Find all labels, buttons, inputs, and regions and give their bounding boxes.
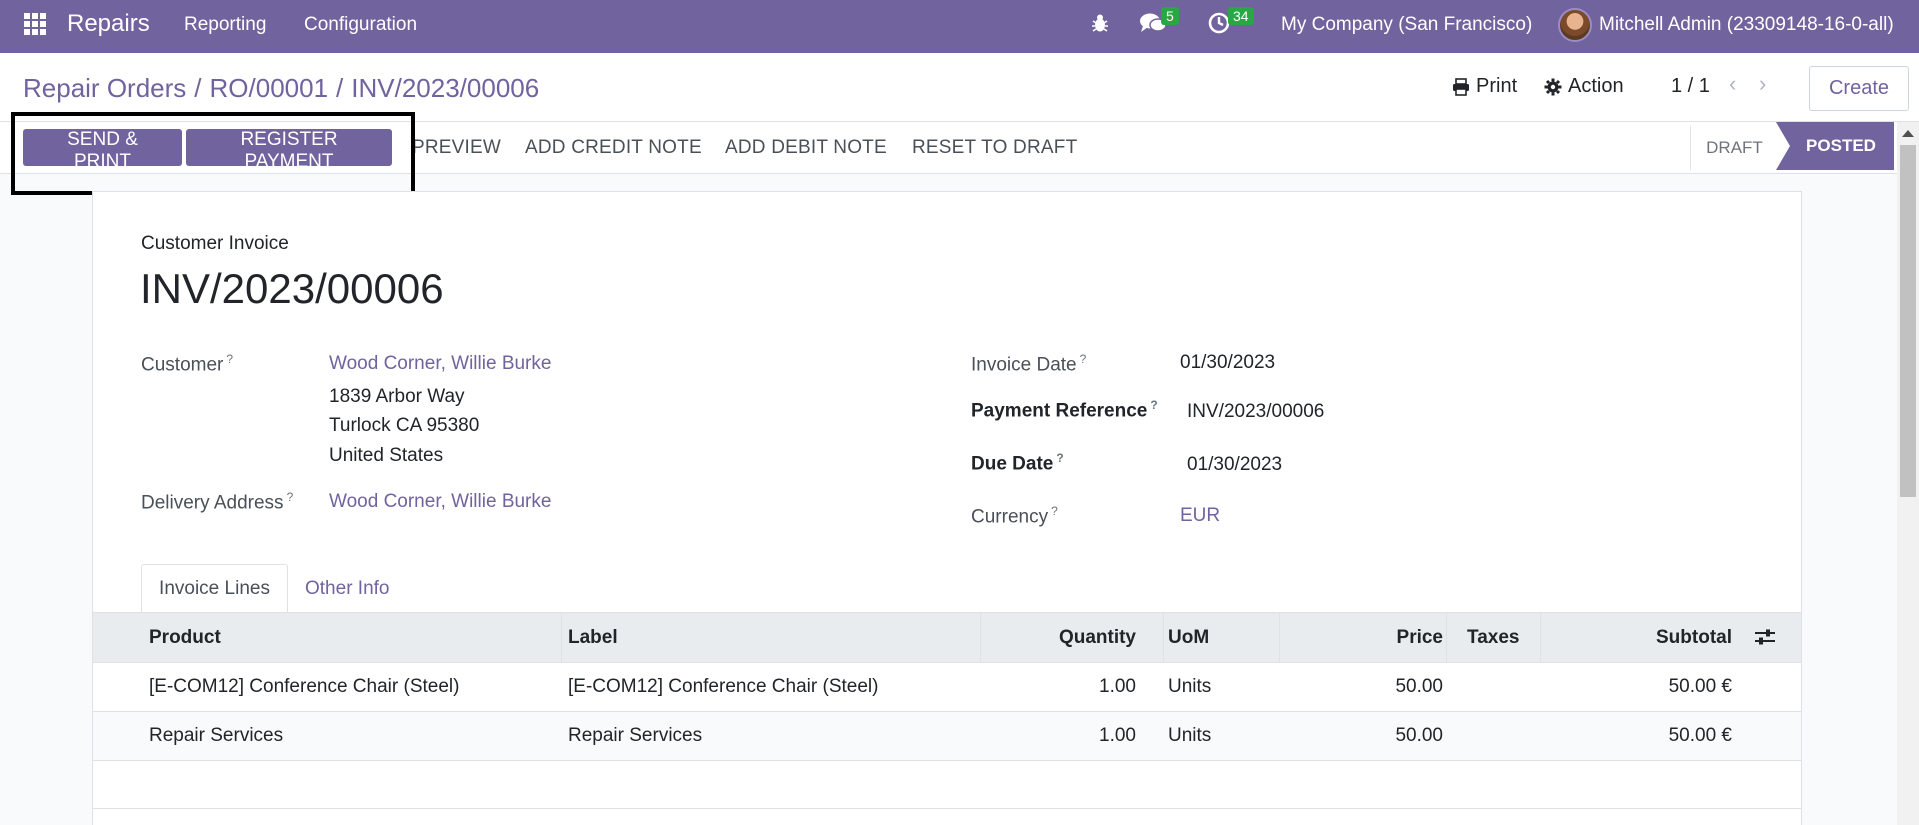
currency-label: Currency?: [971, 504, 1058, 528]
tab-invoice-lines[interactable]: Invoice Lines: [141, 564, 288, 613]
customer-name-link[interactable]: Wood Corner, Willie Burke: [329, 353, 551, 375]
reset-to-draft-button[interactable]: RESET TO DRAFT: [912, 137, 1077, 159]
row-uom: Units: [1168, 725, 1212, 746]
table-row[interactable]: [E-COM12] Conference Chair (Steel) [E-CO…: [93, 663, 1801, 712]
apps-grid-icon[interactable]: [24, 13, 46, 35]
menu-reporting[interactable]: Reporting: [184, 14, 266, 36]
row-price: 50.00: [1395, 676, 1443, 697]
help-tooltip-icon[interactable]: ?: [287, 490, 294, 504]
menu-configuration[interactable]: Configuration: [304, 14, 417, 36]
help-tooltip-icon[interactable]: ?: [1080, 352, 1087, 366]
row-product: [E-COM12] Conference Chair (Steel): [149, 676, 460, 697]
help-tooltip-icon[interactable]: ?: [1056, 451, 1063, 465]
top-navbar: Repairs Reporting Configuration 5 34 My …: [0, 0, 1919, 53]
breadcrumb-separator: /: [194, 73, 202, 103]
row-quantity: 1.00: [1099, 725, 1136, 746]
table-row[interactable]: Repair Services Repair Services 1.00 Uni…: [93, 712, 1801, 761]
column-divider: [561, 613, 562, 663]
column-header-taxes[interactable]: Taxes: [1467, 627, 1519, 649]
print-menu[interactable]: Print: [1452, 75, 1517, 98]
delivery-address-link[interactable]: Wood Corner, Willie Burke: [329, 491, 551, 513]
breadcrumb: Repair Orders / RO/00001/INV/2023/00006: [23, 73, 539, 104]
invoice-date-label: Invoice Date?: [971, 352, 1087, 376]
stage-posted[interactable]: POSTED: [1776, 122, 1894, 170]
send-print-button[interactable]: SEND & PRINT: [23, 129, 182, 172]
print-icon: [1453, 77, 1469, 96]
currency-link[interactable]: EUR: [1180, 505, 1220, 527]
chevron-right-icon[interactable]: ›: [1759, 71, 1766, 97]
invoice-lines-header: Product Label Quantity UoM Price Taxes S…: [93, 612, 1801, 663]
row-subtotal: 50.00 €: [1668, 725, 1732, 746]
scrollbar-thumb[interactable]: [1900, 145, 1916, 497]
column-header-label[interactable]: Label: [568, 627, 618, 649]
stage-draft[interactable]: DRAFT: [1690, 126, 1778, 170]
scroll-up-arrow-icon[interactable]: [1902, 130, 1914, 137]
control-panel: Repair Orders / RO/00001/INV/2023/00006 Pr…: [0, 53, 1919, 122]
activity-clock-icon[interactable]: 34: [1208, 7, 1254, 40]
help-tooltip-icon[interactable]: ?: [226, 352, 233, 366]
invoice-number-title: INV/2023/00006: [140, 265, 444, 312]
row-label: [E-COM12] Conference Chair (Steel): [568, 676, 879, 697]
print-label: Print: [1476, 75, 1518, 97]
company-switcher[interactable]: My Company (San Francisco): [1281, 14, 1532, 36]
row-uom: Units: [1168, 676, 1212, 697]
customer-address-line: 1839 Arbor Way: [329, 386, 465, 407]
row-product: Repair Services: [149, 725, 284, 746]
delivery-address-label: Delivery Address?: [141, 490, 294, 514]
column-header-quantity[interactable]: Quantity: [980, 627, 1136, 649]
customer-label: Customer?: [141, 352, 234, 376]
customer-address-line: United States: [329, 445, 444, 466]
column-divider: [1446, 613, 1447, 663]
breadcrumb-current: INV/2023/00006: [351, 73, 540, 103]
avatar[interactable]: [1558, 8, 1592, 42]
table-row-empty: [93, 761, 1801, 809]
tab-other-info[interactable]: Other Info: [305, 578, 390, 600]
due-date-label: Due Date?: [971, 451, 1064, 475]
add-debit-note-button[interactable]: ADD DEBIT NOTE: [725, 137, 887, 159]
column-divider: [1163, 613, 1164, 663]
preview-button[interactable]: PREVIEW: [412, 137, 501, 159]
help-tooltip-icon[interactable]: ?: [1051, 504, 1058, 518]
chevron-left-icon[interactable]: ‹: [1729, 71, 1736, 97]
column-header-product[interactable]: Product: [149, 627, 221, 649]
chat-icon[interactable]: 5: [1139, 7, 1179, 40]
optional-columns-icon[interactable]: [1754, 628, 1776, 651]
breadcrumb-repair-order[interactable]: RO/00001: [210, 73, 329, 103]
pager-value[interactable]: 1 / 1: [1671, 75, 1710, 98]
add-credit-note-button[interactable]: ADD CREDIT NOTE: [525, 137, 702, 159]
row-label: Repair Services: [568, 725, 703, 746]
statusbar: SEND & PRINT REGISTER PAYMENT PREVIEW AD…: [0, 122, 1897, 174]
due-date-value[interactable]: 01/30/2023: [1187, 454, 1282, 476]
activities-count-badge: 34: [1228, 7, 1254, 25]
document-type: Customer Invoice: [141, 233, 289, 254]
column-header-uom[interactable]: UoM: [1168, 627, 1209, 649]
create-button[interactable]: Create: [1809, 66, 1909, 111]
action-label: Action: [1568, 75, 1624, 97]
row-subtotal: 50.00 €: [1668, 676, 1732, 697]
customer-address-line: Turlock CA 95380: [329, 415, 480, 436]
row-quantity: 1.00: [1099, 676, 1136, 697]
breadcrumb-separator: /: [336, 73, 344, 103]
app-name[interactable]: Repairs: [67, 10, 150, 38]
register-payment-button[interactable]: REGISTER PAYMENT: [186, 129, 392, 172]
row-price: 50.00: [1395, 725, 1443, 746]
column-header-subtotal[interactable]: Subtotal: [1540, 627, 1732, 649]
payment-reference-label: Payment Reference?: [971, 398, 1158, 422]
help-tooltip-icon[interactable]: ?: [1150, 398, 1157, 412]
breadcrumb-repair-orders[interactable]: Repair Orders: [23, 73, 186, 103]
gear-icon: [1544, 78, 1562, 95]
user-menu[interactable]: Mitchell Admin (23309148-16-0-all): [1599, 14, 1894, 36]
payment-reference-value[interactable]: INV/2023/00006: [1187, 401, 1324, 423]
invoice-date-value: 01/30/2023: [1180, 352, 1276, 373]
column-header-price[interactable]: Price: [1279, 627, 1443, 649]
messages-count-badge: 5: [1161, 7, 1179, 25]
action-menu[interactable]: Action: [1544, 75, 1624, 98]
bug-icon[interactable]: [1091, 12, 1109, 39]
